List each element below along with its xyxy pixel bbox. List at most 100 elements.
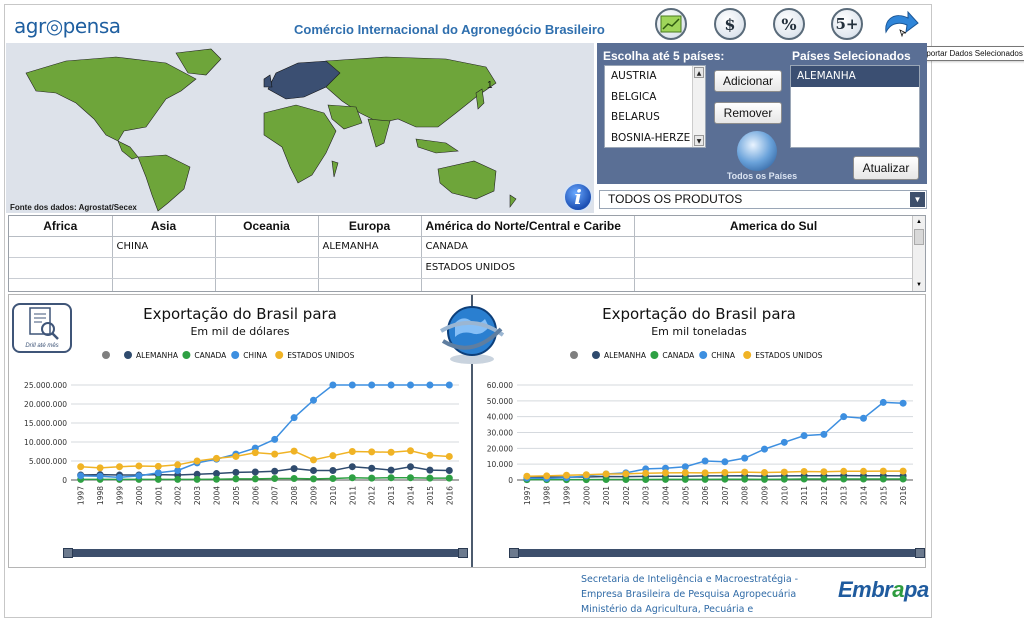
data-point [387,448,395,456]
data-point [860,475,867,483]
new-zealand-region[interactable] [509,194,517,208]
country-list-item[interactable]: AUSTRIA [605,66,705,87]
x-tick-label: 2006 [701,486,710,505]
scroll-up-icon[interactable]: ▲ [694,67,704,78]
x-tick-label: 2016 [899,486,908,505]
selected-country-list[interactable]: ALEMANHA [790,65,920,148]
column-header-asia[interactable]: Asia [112,216,216,237]
slider-handle-right[interactable] [915,548,925,558]
slider-handle-left[interactable] [509,548,519,558]
country-list-scrollbar[interactable]: ▲ ▼ [692,66,705,147]
series-line [80,384,450,479]
data-point [290,465,298,473]
scroll-up-icon[interactable]: ▲ [914,217,924,227]
data-point [407,474,414,482]
data-point [193,457,201,465]
y-tick-label: 20.000 [487,444,513,453]
y-tick-label: 0 [508,476,513,485]
trend-chart-button[interactable] [655,8,687,40]
legend-marker [592,351,600,359]
data-point [899,467,907,475]
central-america-region[interactable] [117,140,139,160]
australia-region[interactable] [437,160,497,200]
footer-line: Empresa Brasileira de Pesquisa Agropecuá… [581,589,797,600]
all-countries-globe-icon[interactable] [737,131,777,171]
x-tick-label: 1998 [543,486,552,505]
table-scrollbar[interactable]: ▲ ▼ [912,216,925,291]
export-button[interactable] [880,6,920,42]
scroll-down-icon[interactable]: ▼ [914,280,924,290]
slider-handle-left[interactable] [63,548,73,558]
data-point [899,475,907,483]
table-row[interactable]: CHINA ALEMANHA CANADA [9,236,914,258]
info-icon[interactable]: i [563,182,593,212]
selected-country-item[interactable]: ALEMANHA [791,66,919,87]
dollar-average-button[interactable]: $ [714,8,746,40]
europe-selected-region[interactable] [267,60,341,100]
table-cell [9,236,113,258]
madagascar-region[interactable] [331,160,339,178]
top5-button[interactable]: 5+ [831,8,863,40]
add-country-button[interactable]: Adicionar [714,70,782,92]
y-tick-label: 40.000 [487,413,513,422]
uk-region[interactable] [263,74,273,88]
data-point [232,468,240,476]
column-header-africa[interactable]: Africa [9,216,113,237]
india-region[interactable] [367,118,391,148]
time-range-slider[interactable] [509,548,925,558]
x-tick-label: 2009 [761,486,770,505]
data-point [310,475,317,483]
table-cell: CANADA [421,236,635,258]
africa-region[interactable] [263,104,337,184]
column-header-america-norte[interactable]: América do Norte/Central e Caribe [421,216,635,237]
data-point [642,469,650,477]
chart-title: Exportação do Brasil para [143,305,337,323]
legend-label: ALEMANHA [604,351,647,360]
column-header-europa[interactable]: Europa [318,216,422,237]
column-header-oceania[interactable]: Oceania [215,216,319,237]
product-select[interactable]: TODOS OS PRODUTOS ▼ [599,190,927,209]
table-cell [112,278,216,291]
all-countries-label[interactable]: Todos os Países [722,171,802,181]
data-point [387,474,395,482]
column-header-america-sul[interactable]: America do Sul [634,216,914,237]
data-point [96,472,104,480]
world-map[interactable] [6,43,594,213]
country-list[interactable]: AUSTRIA BELGICA BELARUS BOSNIA-HERZE ▲ ▼ [604,65,706,148]
y-tick-label: 0 [62,476,67,485]
x-tick-label: 2014 [407,486,416,505]
y-tick-label: 15.000.000 [24,419,67,428]
percent-button[interactable]: % [773,8,805,40]
data-point [348,381,356,389]
data-point [271,435,279,443]
scroll-thumb[interactable] [914,229,924,245]
north-america-region[interactable] [25,56,197,142]
chevron-down-icon[interactable]: ▼ [910,192,925,207]
country-list-item[interactable]: BELARUS [605,107,705,128]
south-america-region[interactable] [137,154,191,212]
indonesia-region[interactable] [415,138,459,154]
greenland-region[interactable] [175,48,222,76]
trend-chart-icon [660,15,682,33]
x-tick-label: 2001 [154,486,163,505]
scroll-down-icon[interactable]: ▼ [694,135,704,146]
table-row[interactable]: ESTADOS UNIDOS [9,257,914,279]
middle-east-region[interactable] [327,104,363,130]
legend-marker [275,351,284,359]
x-tick-label: 2000 [135,486,144,505]
table-header-row: Africa Asia Oceania Europa América do No… [9,216,914,237]
legend-label: CHINA [243,351,268,360]
update-button[interactable]: Atualizar [853,156,919,180]
region-table: Africa Asia Oceania Europa América do No… [8,215,926,292]
data-point [820,468,828,476]
country-list-item[interactable]: BELGICA [605,87,705,108]
world-map-svg [25,48,517,212]
slider-handle-right[interactable] [458,548,468,558]
data-point [329,452,337,460]
country-list-item[interactable]: BOSNIA-HERZE [605,128,705,149]
remove-country-button[interactable]: Remover [714,102,782,124]
table-row[interactable] [9,278,914,291]
time-range-slider[interactable] [63,548,468,558]
data-point [271,467,279,475]
chart-title: Exportação do Brasil para [602,305,796,323]
